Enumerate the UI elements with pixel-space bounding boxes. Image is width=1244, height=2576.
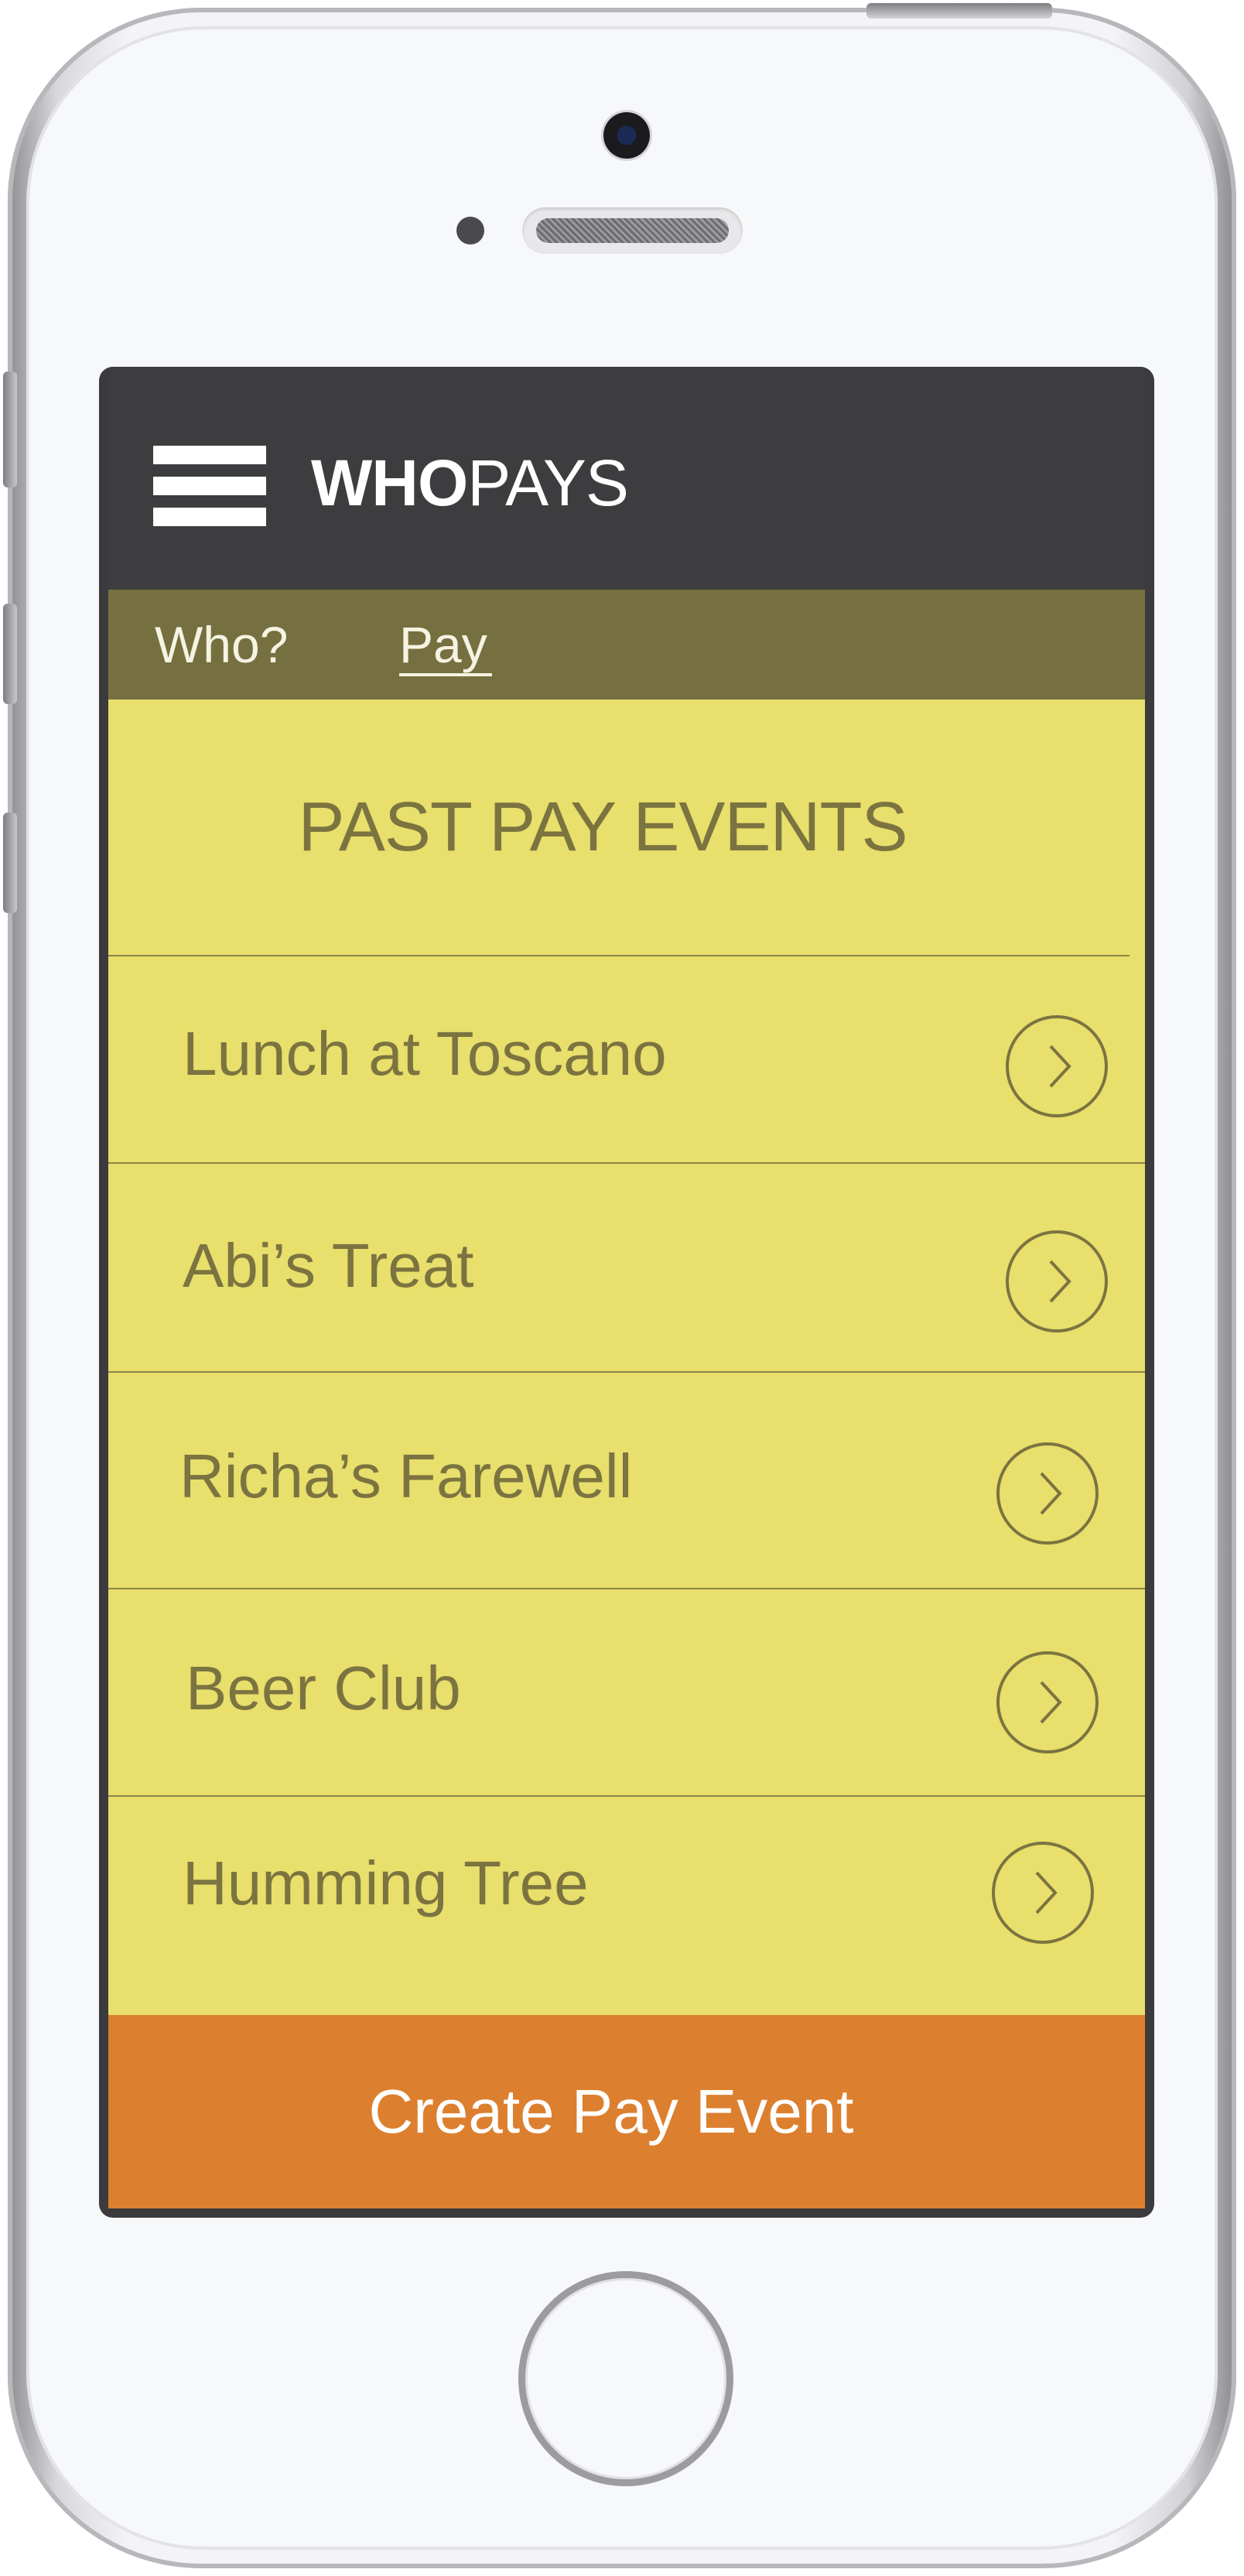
event-row-humming-tree[interactable]: Humming Tree: [108, 1797, 1145, 2015]
event-label: Beer Club: [186, 1654, 461, 1722]
chevron-right-icon[interactable]: [1006, 1015, 1108, 1117]
tab-bar: Who? Pay: [108, 590, 1145, 700]
tab-pay[interactable]: Pay: [399, 590, 492, 700]
event-row-beer-club[interactable]: Beer Club: [108, 1589, 1145, 1795]
earpiece-speaker: [522, 207, 743, 254]
front-camera: [603, 112, 650, 159]
power-button: [866, 3, 1052, 19]
event-row-lunch-at-toscano[interactable]: Lunch at Toscano: [108, 956, 1145, 1162]
logo-who: WHO: [311, 446, 468, 519]
hamburger-menu-icon[interactable]: [153, 446, 266, 526]
chevron-right-icon[interactable]: [996, 1651, 1099, 1753]
tab-who[interactable]: Who?: [155, 590, 288, 700]
whopays-app: WHOPAYS Who? Pay PAST PAY EVENTS Lunch a…: [108, 367, 1145, 2208]
event-label: Lunch at Toscano: [183, 1019, 667, 1088]
screen: WHOPAYS Who? Pay PAST PAY EVENTS Lunch a…: [99, 367, 1154, 2218]
app-logo: WHOPAYS: [311, 444, 629, 522]
chevron-right-icon[interactable]: [1006, 1230, 1108, 1332]
proximity-sensor: [456, 217, 484, 245]
volume-up-button: [3, 604, 17, 704]
event-label: Richa’s Farewell: [179, 1442, 633, 1510]
logo-pays: PAYS: [467, 446, 629, 519]
create-pay-event-button[interactable]: Create Pay Event: [108, 2015, 1145, 2208]
mute-switch: [3, 371, 17, 487]
home-button[interactable]: [518, 2271, 733, 2486]
section-title: PAST PAY EVENTS: [298, 789, 908, 866]
event-label: Humming Tree: [183, 1849, 589, 1917]
volume-down-button: [3, 812, 17, 913]
event-label: Abi’s Treat: [183, 1231, 474, 1300]
app-bar: WHOPAYS: [108, 367, 1145, 590]
event-row-richas-farewell[interactable]: Richa’s Farewell: [108, 1373, 1145, 1588]
chevron-right-icon[interactable]: [996, 1442, 1099, 1545]
chevron-right-icon[interactable]: [992, 1842, 1094, 1944]
past-events-panel: PAST PAY EVENTS Lunch at Toscano Abi’s T…: [108, 700, 1145, 2015]
event-row-abis-treat[interactable]: Abi’s Treat: [108, 1164, 1145, 1371]
